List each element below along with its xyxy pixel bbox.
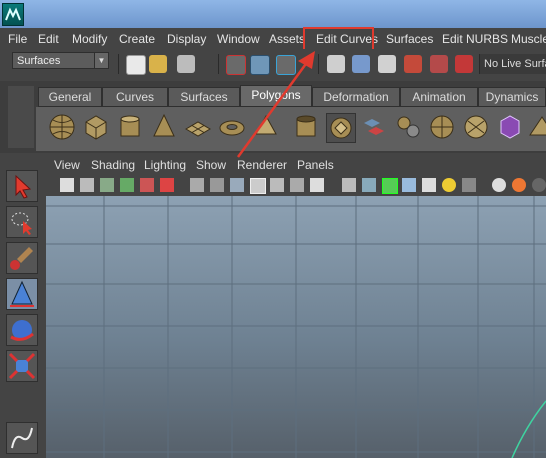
wireframe-on-shaded-icon[interactable] (382, 178, 398, 194)
separate-icon[interactable] (394, 113, 422, 141)
snap-to-curve-icon[interactable] (352, 55, 370, 73)
poly-pyramid-icon[interactable] (528, 113, 546, 141)
select-camera-icon[interactable] (60, 178, 74, 192)
maya-logo-icon (2, 3, 24, 26)
high-quality-icon[interactable] (512, 178, 526, 192)
camera-attributes-icon[interactable] (80, 178, 94, 192)
new-scene-icon[interactable] (126, 55, 146, 75)
paint-select-tool-icon[interactable] (6, 242, 38, 274)
mirror-geometry-icon[interactable] (496, 113, 524, 141)
snap-to-view-plane-icon[interactable] (404, 55, 422, 73)
separator (218, 54, 219, 74)
panel-menu-shading[interactable]: Shading (91, 158, 135, 172)
resolution-gate-icon[interactable] (230, 178, 244, 192)
poly-sphere-icon[interactable] (48, 113, 76, 141)
lasso-tool-icon[interactable] (6, 206, 38, 238)
grid-toggle-icon[interactable] (190, 178, 204, 192)
separator (118, 54, 119, 74)
field-chart-icon[interactable] (270, 178, 284, 192)
snap-to-point-icon[interactable] (378, 55, 396, 73)
poly-helix-icon[interactable] (326, 113, 356, 143)
poly-cube-icon[interactable] (82, 113, 110, 141)
chevron-down-icon: ▼ (94, 53, 108, 68)
annotation-arrow (236, 51, 315, 158)
bookmark-icon[interactable] (100, 178, 114, 192)
shelf-tab-curves[interactable]: Curves (102, 87, 168, 107)
reduce-icon[interactable] (462, 113, 490, 141)
isolate-icon[interactable] (492, 178, 506, 192)
menu-window[interactable]: Window (217, 32, 260, 46)
menu-edit[interactable]: Edit (38, 32, 59, 46)
smooth-shade-icon[interactable] (362, 178, 376, 192)
two-d-pan-icon[interactable] (140, 178, 154, 192)
safe-action-icon[interactable] (290, 178, 304, 192)
xray-icon[interactable] (462, 178, 476, 192)
menu-set-dropdown[interactable]: Surfaces ▼ (12, 52, 109, 69)
wireframe-icon[interactable] (342, 178, 356, 192)
rotate-tool-icon[interactable] (6, 314, 38, 346)
smooth-icon[interactable] (428, 113, 456, 141)
use-all-lights-icon[interactable] (422, 178, 436, 192)
ambient-occlusion-icon[interactable] (532, 178, 546, 192)
panel-menu-lighting[interactable]: Lighting (144, 158, 186, 172)
window-title-bar (0, 0, 546, 28)
menu-surfaces[interactable]: Surfaces (386, 32, 433, 46)
perspective-viewport[interactable] (46, 196, 546, 458)
grease-pencil-icon[interactable] (160, 178, 174, 192)
poly-plane-icon[interactable] (184, 113, 212, 141)
menu-muscle[interactable]: Muscle (511, 32, 546, 46)
curve-tool-icon[interactable] (6, 422, 38, 454)
film-gate-icon[interactable] (210, 178, 224, 192)
save-scene-icon[interactable] (177, 55, 195, 73)
menu-edit-nurbs[interactable]: Edit NURBS (442, 32, 508, 46)
menu-set-value: Surfaces (17, 55, 61, 67)
poly-cone-icon[interactable] (150, 113, 178, 141)
textured-icon[interactable] (402, 178, 416, 192)
shelf-tab-animation[interactable]: Animation (400, 87, 478, 107)
poly-cylinder-icon[interactable] (116, 113, 144, 141)
make-live-icon[interactable] (430, 55, 448, 73)
shadows-icon[interactable] (442, 178, 456, 192)
combine-icon[interactable] (360, 113, 388, 141)
viewport-grid (46, 196, 546, 458)
shelf-tab-general[interactable]: General (38, 87, 102, 107)
image-plane-icon[interactable] (120, 178, 134, 192)
open-scene-icon[interactable] (149, 55, 167, 73)
menu-modify[interactable]: Modify (72, 32, 107, 46)
shelf-menu-grip[interactable] (8, 86, 34, 148)
magnet-icon[interactable] (455, 55, 473, 73)
panel-menu-view[interactable]: View (54, 158, 80, 172)
menu-file[interactable]: File (8, 32, 27, 46)
select-tool-icon[interactable] (6, 170, 38, 202)
live-surface-field: No Live Surface (479, 54, 546, 74)
shelf-tab-dynamics[interactable]: Dynamics (478, 87, 546, 107)
menu-create[interactable]: Create (119, 32, 155, 46)
live-surface-label: No Live Surface (484, 58, 546, 70)
menu-display[interactable]: Display (167, 32, 206, 46)
menu-assets[interactable]: Assets (269, 32, 305, 46)
gate-mask-icon[interactable] (250, 178, 266, 194)
scale-tool-icon[interactable] (6, 350, 38, 382)
safe-title-icon[interactable] (310, 178, 324, 192)
move-tool-icon[interactable] (6, 278, 38, 310)
